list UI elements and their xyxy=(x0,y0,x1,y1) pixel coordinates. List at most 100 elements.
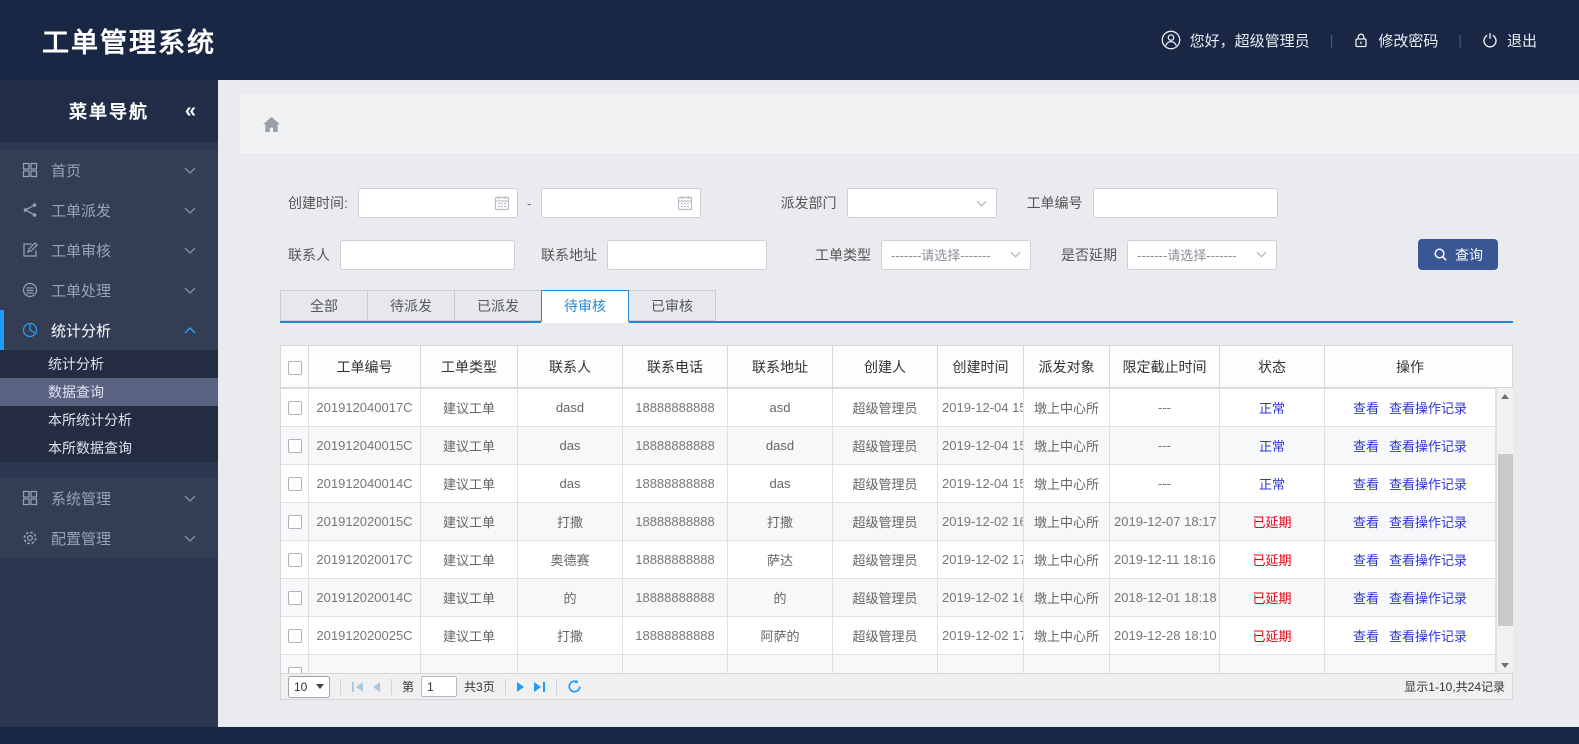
sidebar-item-config[interactable]: 配置管理 xyxy=(0,518,218,558)
prev-page-button[interactable] xyxy=(371,681,381,693)
contact-input[interactable] xyxy=(340,239,515,270)
user-greeting[interactable]: 您好，超级管理员 xyxy=(1161,30,1310,51)
view-link[interactable]: 查看 xyxy=(1353,591,1379,606)
col-order-no[interactable]: 工单编号 xyxy=(308,345,421,388)
row-checkbox[interactable] xyxy=(287,515,302,530)
col-creator[interactable]: 创建人 xyxy=(832,345,938,388)
cell-order-type: 建议工单 xyxy=(420,502,518,541)
sidebar-subitem-data-query[interactable]: 数据查询 xyxy=(0,378,218,406)
view-log-link[interactable]: 查看操作记录 xyxy=(1389,477,1467,492)
tab-all[interactable]: 全部 xyxy=(280,290,368,321)
sidebar-item-dispatch[interactable]: 工单派发 xyxy=(0,190,218,230)
refresh-button[interactable] xyxy=(567,679,582,694)
view-log-link[interactable]: 查看操作记录 xyxy=(1389,591,1467,606)
work-order-grid: 工单编号 工单类型 联系人 联系电话 联系地址 创建人 创建时间 派发对象 限定… xyxy=(280,345,1513,700)
address-input[interactable] xyxy=(607,239,767,270)
view-log-link[interactable]: 查看操作记录 xyxy=(1389,401,1467,416)
cell-actions: 查看 查看操作记录 xyxy=(1324,426,1496,465)
statistics-submenu: 统计分析 数据查询 本所统计分析 本所数据查询 xyxy=(0,350,218,462)
cell-creator: 超级管理员 xyxy=(832,464,938,503)
col-deadline[interactable]: 限定截止时间 xyxy=(1109,345,1220,388)
sidebar-subitem-branch-statistics[interactable]: 本所统计分析 xyxy=(0,406,218,434)
cell-deadline: 2018-12-01 18:18 xyxy=(1109,578,1220,617)
divider: | xyxy=(1458,32,1462,48)
row-checkbox[interactable] xyxy=(287,553,302,568)
sidebar-subitem-statistics[interactable]: 统计分析 xyxy=(0,350,218,378)
sidebar-item-process[interactable]: 工单处理 xyxy=(0,270,218,310)
col-contact[interactable]: 联系人 xyxy=(517,345,623,388)
col-target[interactable]: 派发对象 xyxy=(1023,345,1110,388)
tab-reviewed[interactable]: 已审核 xyxy=(628,290,716,321)
scroll-thumb[interactable] xyxy=(1498,454,1513,626)
view-link[interactable]: 查看 xyxy=(1353,515,1379,530)
next-page-button[interactable] xyxy=(516,681,526,693)
view-link[interactable]: 查看 xyxy=(1353,439,1379,454)
cell-order-type: 建议工单 xyxy=(420,616,518,655)
scroll-down-arrow[interactable] xyxy=(1497,657,1513,673)
collapse-sidebar-icon[interactable]: « xyxy=(185,100,196,123)
cell-phone: 18888888888 xyxy=(622,540,728,579)
view-log-link[interactable]: 查看操作记录 xyxy=(1389,553,1467,568)
cell-order-type: 建议工单 xyxy=(420,464,518,503)
sidebar-item-statistics[interactable]: 统计分析 xyxy=(0,310,218,350)
col-created[interactable]: 创建时间 xyxy=(937,345,1024,388)
tab-to-dispatch[interactable]: 待派发 xyxy=(367,290,455,321)
search-button[interactable]: 查询 xyxy=(1418,239,1498,270)
tab-to-review[interactable]: 待审核 xyxy=(541,290,629,323)
created-from-input[interactable] xyxy=(357,188,518,218)
change-password-button[interactable]: 修改密码 xyxy=(1353,30,1438,51)
col-phone[interactable]: 联系电话 xyxy=(622,345,728,388)
page-input[interactable] xyxy=(421,676,458,697)
row-checkbox[interactable] xyxy=(287,439,302,454)
home-icon[interactable] xyxy=(262,116,281,133)
col-actions[interactable]: 操作 xyxy=(1324,345,1496,388)
scroll-up-arrow[interactable] xyxy=(1497,388,1513,404)
pager: 10 第 共3页 显示1-10,共24记录 xyxy=(280,673,1513,700)
view-link[interactable]: 查看 xyxy=(1353,477,1379,492)
footer-bar xyxy=(0,727,1579,744)
delayed-select[interactable]: -------请选择------- xyxy=(1127,239,1277,270)
cell-actions: 查看 查看操作记录 xyxy=(1324,464,1496,503)
view-link[interactable]: 查看 xyxy=(1353,401,1379,416)
view-link[interactable]: 查看 xyxy=(1353,553,1379,568)
status-badge: 正常 xyxy=(1258,401,1285,416)
calendar-icon[interactable] xyxy=(494,195,510,214)
sidebar-item-system[interactable]: 系统管理 xyxy=(0,478,218,518)
last-page-button[interactable] xyxy=(533,681,546,693)
cell-creator: 超级管理员 xyxy=(832,502,938,541)
view-log-link[interactable]: 查看操作记录 xyxy=(1389,439,1467,454)
sidebar-subitem-branch-data-query[interactable]: 本所数据查询 xyxy=(0,434,218,462)
col-order-type[interactable]: 工单类型 xyxy=(420,345,518,388)
dispatch-dept-select[interactable] xyxy=(846,188,997,218)
row-checkbox[interactable] xyxy=(287,629,302,644)
cell-phone: 18888888888 xyxy=(622,426,728,465)
order-no-input[interactable] xyxy=(1092,188,1278,218)
view-link[interactable]: 查看 xyxy=(1353,629,1379,644)
sidebar-item-home[interactable]: 首页 xyxy=(0,150,218,190)
cell-creator: 超级管理员 xyxy=(832,426,938,465)
row-checkbox[interactable] xyxy=(287,401,302,416)
table-row xyxy=(281,654,1496,673)
sidebar-item-review[interactable]: 工单审核 xyxy=(0,230,218,270)
tab-dispatched[interactable]: 已派发 xyxy=(454,290,542,321)
row-checkbox[interactable] xyxy=(287,477,302,492)
first-page-button[interactable] xyxy=(351,681,364,693)
row-select-cell xyxy=(281,654,309,673)
cell-target: 墩上中心所 xyxy=(1023,578,1110,617)
select-all-checkbox[interactable] xyxy=(287,360,302,375)
col-status[interactable]: 状态 xyxy=(1219,345,1325,388)
row-checkbox[interactable] xyxy=(287,667,302,673)
col-address[interactable]: 联系地址 xyxy=(727,345,833,388)
row-checkbox[interactable] xyxy=(287,591,302,606)
view-log-link[interactable]: 查看操作记录 xyxy=(1389,629,1467,644)
cell-order-type: 建议工单 xyxy=(420,388,518,427)
vertical-scrollbar[interactable] xyxy=(1496,388,1513,673)
calendar-icon[interactable] xyxy=(677,195,693,214)
page-size-select[interactable]: 10 xyxy=(288,675,330,698)
view-log-link[interactable]: 查看操作记录 xyxy=(1389,515,1467,530)
divider xyxy=(340,678,341,695)
status-badge: 正常 xyxy=(1258,439,1285,454)
logout-button[interactable]: 退出 xyxy=(1482,30,1537,51)
created-to-input[interactable] xyxy=(540,188,701,218)
order-type-select[interactable]: -------请选择------- xyxy=(881,239,1031,270)
